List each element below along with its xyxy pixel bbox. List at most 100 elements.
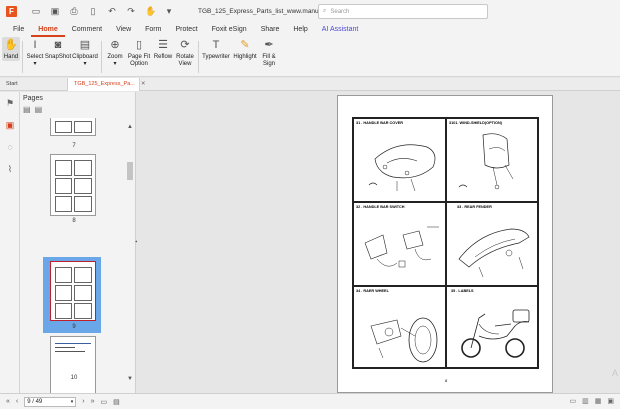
chevron-down-icon: ▾ [70, 398, 74, 405]
close-icon[interactable]: ✕ [141, 81, 146, 87]
thumbnail-scrollbar[interactable]: ▲ ▼ [126, 120, 134, 388]
tab-start[interactable]: Start [0, 78, 68, 91]
open-folder-icon[interactable]: ▭ [31, 6, 41, 17]
grid-view-icon[interactable]: ▦ [595, 397, 602, 405]
diagram-cell-handle-bar-switch: 32 . HANDLE BAR SWITCH [353, 202, 446, 286]
page-thumbnail-9[interactable] [50, 261, 96, 321]
page-number: 8 [445, 378, 448, 383]
view-mode-icon[interactable]: ▭ [570, 397, 577, 405]
document-page: 31 . HANDLE BAR COVER 3101. WIND-SHIELD(… [337, 95, 553, 393]
thumb-figure [55, 196, 72, 212]
thumb-figure [74, 196, 92, 212]
attachment-icon[interactable]: ⌇ [0, 158, 20, 180]
pages-panel-title: Pages [23, 95, 43, 102]
page-thumbnail-7[interactable] [50, 118, 96, 136]
next-page-icon[interactable]: › [82, 398, 84, 405]
scooter-drawing [461, 309, 530, 358]
clipboard-icon: ▤ [79, 39, 91, 51]
tab-share[interactable]: Share [254, 22, 287, 37]
status-right-tools: ▭ ▥ ▦ ▣ [570, 397, 615, 405]
clipboard-button[interactable]: ▤ Clipboard ▾ [71, 37, 99, 68]
menu-bar: File Home Comment View Form Protect Foxi… [0, 22, 620, 37]
pages-icon[interactable]: ▣ [0, 114, 20, 136]
thumbnail-label: 9 [72, 324, 76, 330]
print-icon[interactable]: ⎙ [69, 6, 79, 17]
highlight-button[interactable]: ✎ Highlight [231, 37, 259, 61]
fill-sign-button[interactable]: ✒ Fill & Sign [259, 37, 279, 68]
zoom-button[interactable]: ⊕ Zoom ▾ [104, 37, 126, 68]
chevron-down-icon: ▾ [83, 61, 87, 67]
undo-icon[interactable]: ↶ [107, 6, 117, 17]
parts-drawing [368, 144, 436, 192]
typewriter-button[interactable]: T Typewriter [201, 37, 231, 61]
single-page-view-icon[interactable]: ▭ [101, 398, 108, 406]
previous-page-icon[interactable]: ‹ [16, 398, 18, 405]
page-fit-option-button[interactable]: ▯ Page Fit Option [126, 37, 152, 68]
continuous-view-icon[interactable]: ▤ [113, 398, 120, 406]
hand-tool-icon[interactable]: ✋ [145, 6, 156, 17]
diagram-cell-rear-fender: 33 . REAR FENDER [446, 202, 538, 286]
page-settings-icon[interactable]: ▤ [35, 105, 43, 114]
search-input[interactable]: ⌕ Search [318, 4, 488, 19]
activation-watermark: A [611, 368, 618, 378]
thumb-figure [55, 178, 72, 194]
first-page-icon[interactable]: « [6, 398, 10, 405]
last-page-icon[interactable]: » [91, 398, 95, 405]
tab-help[interactable]: Help [286, 22, 314, 37]
parts-drawing [370, 317, 438, 363]
pages-panel: Pages ▤ ▤ 7 8 9 10 ▲ ▼ [20, 92, 136, 393]
tab-home[interactable]: Home [31, 22, 65, 37]
thumb-figure [74, 160, 92, 176]
tab-form[interactable]: Form [138, 22, 168, 37]
scroll-up-icon[interactable]: ▲ [126, 124, 134, 132]
thumb-figure [74, 121, 92, 133]
thumb-figure [55, 285, 72, 301]
rotate-view-button[interactable]: ⟳ Rotate View [174, 37, 196, 68]
thumb-figure [74, 178, 92, 194]
page-number-input[interactable]: 9 / 49 ▾ [24, 396, 77, 407]
bookmark-icon[interactable]: ⚑ [0, 92, 20, 114]
page-options-icon[interactable]: ▤ [23, 105, 31, 114]
page-icon[interactable]: ▯ [88, 6, 98, 17]
two-page-icon[interactable]: ▥ [582, 397, 589, 405]
document-viewport[interactable]: 31 . HANDLE BAR COVER 3101. WIND-SHIELD(… [137, 92, 620, 393]
save-icon[interactable]: ▣ [50, 6, 60, 17]
tab-comment[interactable]: Comment [65, 22, 109, 37]
reflow-icon: ☰ [158, 39, 168, 51]
comments-icon[interactable]: ◌ [0, 136, 20, 158]
page-thumbnail-8[interactable] [50, 154, 96, 216]
pages-panel-tools: ▤ ▤ [23, 105, 42, 114]
select-button[interactable]: I Select ▾ [25, 37, 45, 68]
dropdown-chevron-icon[interactable]: ▾ [164, 6, 174, 17]
status-bar: « ‹ 9 / 49 ▾ › » ▭ ▤ ▭ ▥ ▦ ▣ [0, 393, 620, 409]
diagram-cell-rear-wheel: 34 . RAER WHEEL [353, 286, 446, 368]
page-thumbnail-10[interactable] [50, 336, 96, 393]
diagram-cell-labels: 35 . LABELS [446, 286, 538, 368]
thumbnail-label: 8 [72, 218, 76, 224]
chevron-down-icon: ▾ [33, 61, 37, 67]
thumbnail-label: 10 [70, 375, 78, 381]
redo-icon[interactable]: ↷ [126, 6, 136, 17]
search-placeholder: Search [330, 8, 350, 15]
tab-view[interactable]: View [109, 22, 138, 37]
thumb-figure [74, 285, 92, 301]
tab-file[interactable]: File [6, 22, 31, 37]
diagram-cell-wind-shield: 3101. WIND-SHIELD(OPTION) [446, 118, 538, 202]
tab-foxit-esign[interactable]: Foxit eSign [205, 22, 254, 37]
divider [198, 41, 199, 73]
chevron-down-icon: ▾ [113, 61, 117, 67]
tab-active-document[interactable]: TGB_125_Express_Pa... ✕ [68, 78, 145, 91]
typewriter-icon: T [212, 39, 220, 51]
hand-button[interactable]: ✋ Hand [2, 37, 20, 61]
tab-protect[interactable]: Protect [168, 22, 204, 37]
parts-drawing [458, 228, 530, 278]
scroll-down-icon[interactable]: ▼ [126, 376, 134, 384]
fit-icon[interactable]: ▣ [607, 397, 614, 405]
zoom-icon: ⊕ [110, 39, 120, 51]
title-bar: F ▭ ▣ ⎙ ▯ ↶ ↷ ✋ ▾ TGB_125_Express_Parts_… [0, 0, 620, 22]
tab-ai-assistant[interactable]: AI Assistant [315, 22, 366, 37]
parts-drawing [364, 226, 439, 268]
scroll-thumb[interactable] [127, 162, 133, 180]
reflow-button[interactable]: ☰ Reflow [152, 37, 174, 61]
snapshot-button[interactable]: ◙ SnapShot [45, 37, 71, 61]
